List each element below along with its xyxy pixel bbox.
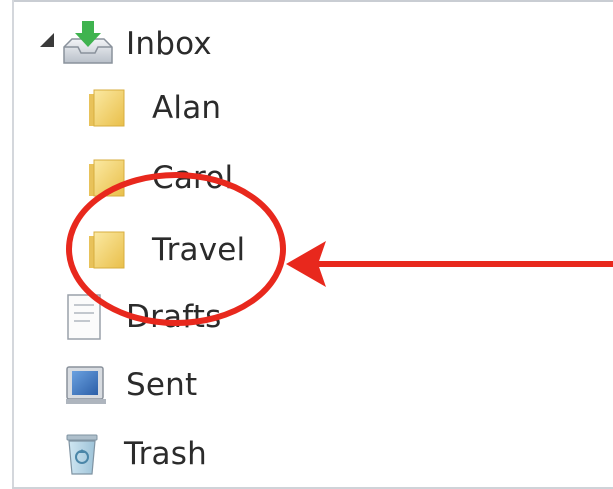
collapse-triangle-icon[interactable]	[40, 33, 54, 47]
folder-pane: Inbox Alan Carol Travel Drafts Sent Tras…	[0, 0, 613, 489]
folder-icon	[86, 156, 128, 200]
folder-item-trash[interactable]: Trash	[64, 426, 207, 482]
folder-label-drafts: Drafts	[126, 299, 222, 335]
folder-label-trash: Trash	[124, 436, 207, 472]
folder-label-inbox: Inbox	[126, 26, 212, 62]
folder-icon	[86, 86, 128, 130]
folder-label-sent: Sent	[126, 367, 198, 403]
sent-icon	[64, 363, 108, 407]
folder-item-alan[interactable]: Alan	[86, 80, 221, 136]
pointer-arrow-head-icon	[286, 241, 326, 287]
folder-label-alan: Alan	[152, 90, 222, 126]
folder-label-carol: Carol	[152, 160, 234, 196]
folder-item-carol[interactable]: Carol	[86, 150, 233, 206]
inbox-tray-icon	[60, 19, 116, 69]
pane-top-border	[12, 0, 613, 2]
pane-left-border	[12, 0, 14, 489]
folder-item-sent[interactable]: Sent	[64, 357, 197, 413]
folder-item-drafts[interactable]: Drafts	[64, 289, 222, 345]
drafts-icon	[64, 292, 106, 342]
folder-item-inbox[interactable]: Inbox	[60, 16, 212, 72]
folder-icon	[86, 228, 128, 272]
trash-icon	[64, 431, 100, 477]
folder-item-travel[interactable]: Travel	[86, 222, 245, 278]
folder-label-travel: Travel	[152, 232, 246, 268]
